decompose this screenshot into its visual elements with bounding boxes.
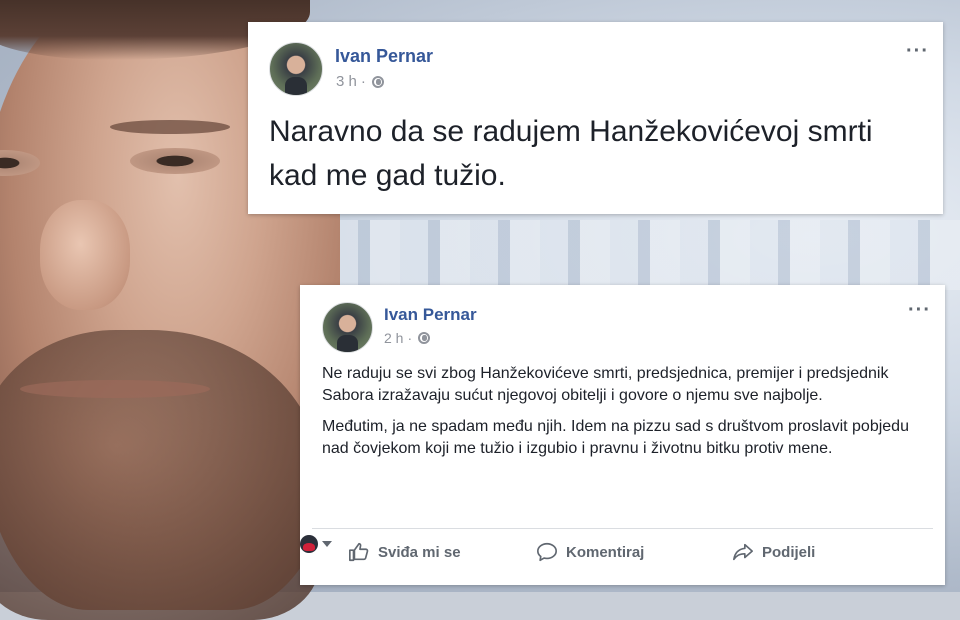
- globe-icon[interactable]: [418, 332, 431, 344]
- eyebrow: [110, 120, 230, 134]
- comment-icon: [537, 542, 557, 562]
- share-icon: [733, 543, 753, 561]
- avatar[interactable]: [269, 42, 323, 96]
- share-label: Podijeli: [762, 543, 816, 561]
- author-name[interactable]: Ivan Pernar: [335, 46, 433, 67]
- meta-separator: ·: [360, 73, 366, 90]
- post-text: Ne raduju se svi zbog Hanžekovićeve smrt…: [322, 363, 932, 469]
- post-paragraph: Ne raduju se svi zbog Hanžekovićeve smrt…: [322, 365, 889, 404]
- more-options-icon[interactable]: ···: [908, 300, 931, 320]
- thumbs-up-icon: [349, 542, 369, 562]
- beard: [0, 330, 320, 620]
- meta-separator: ·: [407, 330, 413, 346]
- post-text: Naravno da se radujem Hanžekovićevoj smr…: [269, 110, 929, 198]
- post-meta: 2 h ·: [384, 330, 431, 346]
- share-button[interactable]: Podijeli: [732, 541, 815, 563]
- background-window: [330, 220, 960, 290]
- comment-label: Komentiraj: [566, 543, 645, 561]
- author-name[interactable]: Ivan Pernar: [384, 305, 477, 325]
- eye: [130, 148, 220, 174]
- nose: [40, 200, 130, 310]
- like-label: Sviđa mi se: [378, 543, 461, 561]
- chevron-down-icon: [322, 541, 332, 547]
- post-time[interactable]: 3 h: [336, 73, 357, 90]
- more-options-icon[interactable]: ···: [906, 41, 929, 61]
- like-button[interactable]: Sviđa mi se: [348, 541, 461, 563]
- post-text-line: Naravno da se radujem Hanžekovićevoj smr…: [269, 115, 873, 148]
- actions-divider: [312, 528, 933, 529]
- post-actions: Sviđa mi se Komentiraj Podijeli: [300, 535, 945, 575]
- comment-button[interactable]: Komentiraj: [536, 541, 644, 563]
- post-meta: 3 h ·: [336, 73, 384, 90]
- avatar[interactable]: [322, 302, 373, 353]
- post-paragraph: Međutim, ja ne spadam među njih. Idem na…: [322, 418, 909, 457]
- post-card-bottom: Ivan Pernar 2 h · ··· Ne raduju se svi z…: [300, 285, 945, 585]
- globe-icon[interactable]: [371, 75, 384, 88]
- post-card-top: Ivan Pernar 3 h · ··· Naravno da se radu…: [248, 22, 943, 214]
- profile-reaction-icon: [300, 535, 318, 553]
- mouth: [20, 380, 210, 398]
- post-text-line: kad me gad tužio.: [269, 159, 506, 192]
- post-time[interactable]: 2 h: [384, 330, 403, 346]
